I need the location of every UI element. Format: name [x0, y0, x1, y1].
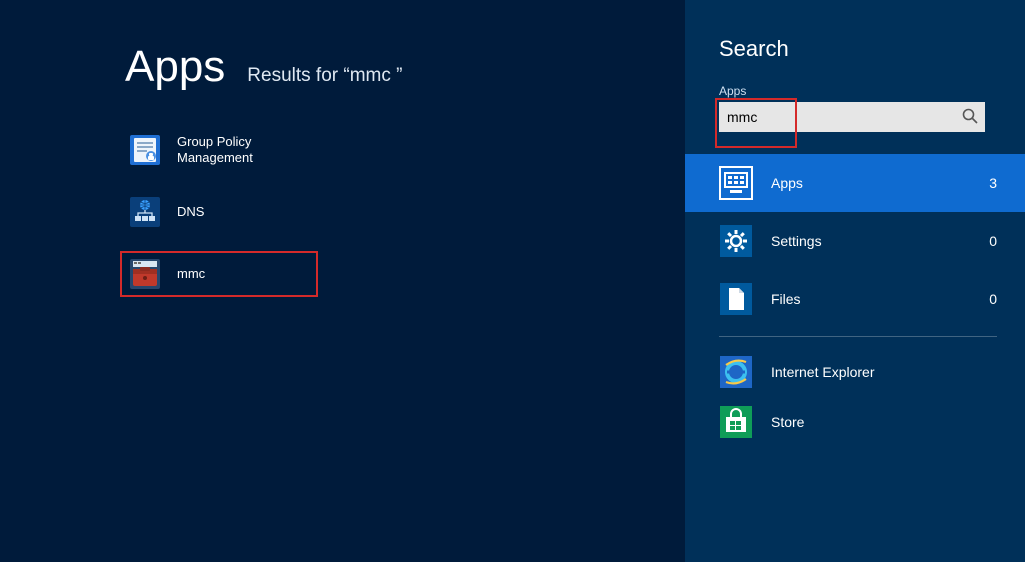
filter-count: 0 [989, 233, 997, 249]
gp-icon [127, 132, 163, 168]
app-label: Store [771, 414, 804, 430]
filter-count: 3 [989, 175, 997, 191]
apps-filter-icon [719, 166, 753, 200]
filter-label: Files [771, 291, 971, 307]
results-list: Group Policy Management DNS [121, 128, 685, 296]
filter-label: Apps [771, 175, 971, 191]
result-item-group-policy[interactable]: Group Policy Management [121, 128, 317, 172]
mmc-icon [127, 256, 163, 292]
dns-icon [127, 194, 163, 230]
filter-files[interactable]: Files 0 [685, 270, 1025, 328]
filter-label: Settings [771, 233, 971, 249]
store-icon [719, 405, 753, 439]
app-shortcuts: Internet Explorer Store [719, 355, 997, 439]
page-title: Apps [125, 42, 225, 92]
search-icon[interactable] [961, 107, 979, 125]
filter-settings[interactable]: Settings 0 [685, 212, 1025, 270]
result-label: Group Policy Management [177, 134, 311, 167]
result-item-mmc[interactable]: mmc [121, 252, 317, 296]
divider [719, 336, 997, 337]
title-row: Apps Results for “mmc ” [125, 42, 685, 92]
files-filter-icon [719, 282, 753, 316]
filter-list: Apps 3 Settin [685, 154, 1025, 439]
search-input-wrap [719, 102, 985, 132]
search-panel-title: Search [719, 36, 997, 62]
search-scope-label: Apps [719, 84, 997, 98]
result-label: DNS [177, 204, 204, 220]
results-panel: Apps Results for “mmc ” Group Policy Man… [0, 0, 685, 562]
search-panel: Search Apps Apps 3 [685, 0, 1025, 562]
results-subtitle: Results for “mmc ” [247, 65, 402, 87]
app-label: Internet Explorer [771, 364, 875, 380]
ie-icon [719, 355, 753, 389]
app-internet-explorer[interactable]: Internet Explorer [719, 355, 997, 389]
filter-count: 0 [989, 291, 997, 307]
search-input[interactable] [719, 102, 985, 132]
app-store[interactable]: Store [719, 405, 997, 439]
settings-filter-icon [719, 224, 753, 258]
result-label: mmc [177, 266, 205, 282]
filter-apps[interactable]: Apps 3 [685, 154, 1025, 212]
result-item-dns[interactable]: DNS [121, 190, 317, 234]
